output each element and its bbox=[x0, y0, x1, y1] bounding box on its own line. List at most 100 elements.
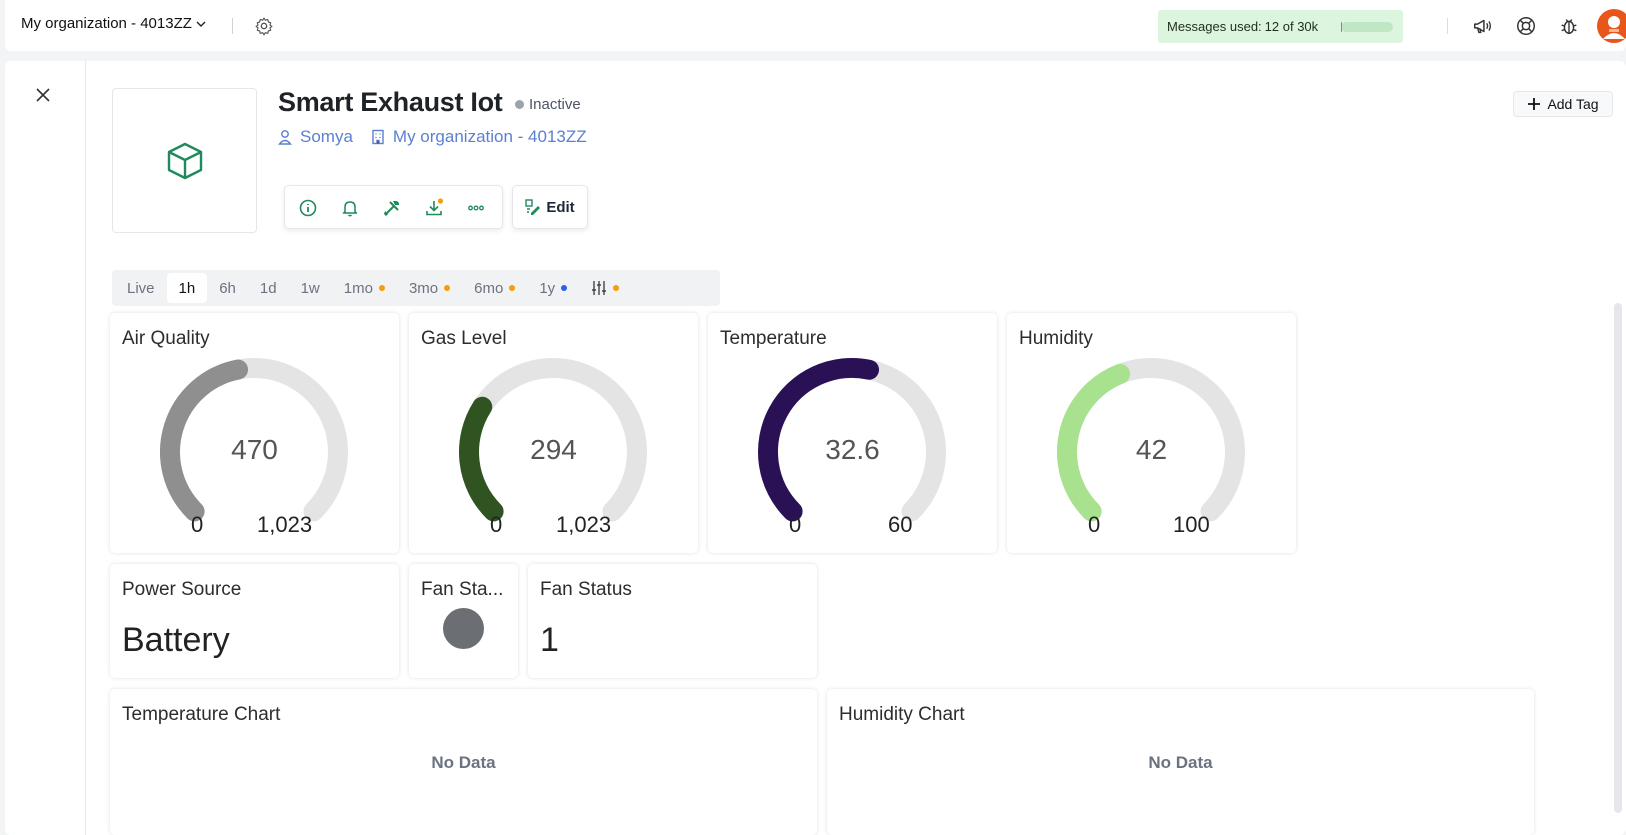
gauge-card-temperature: Temperature 32.6 0 60 bbox=[708, 313, 997, 553]
device-title: Smart Exhaust Iot bbox=[278, 87, 503, 117]
chart-title: Temperature Chart bbox=[122, 704, 281, 725]
fan-status-value: 1 bbox=[540, 621, 559, 659]
messages-usage-badge: Messages used: 12 of 30k bbox=[1158, 10, 1403, 43]
no-data-message: No Data bbox=[431, 753, 496, 772]
fan-state-card: Fan Sta... bbox=[409, 564, 518, 678]
organization-link[interactable]: My organization - 4013ZZ bbox=[371, 127, 587, 147]
gauge-value: 32.6 bbox=[825, 434, 880, 465]
side-rail bbox=[5, 61, 86, 835]
user-icon bbox=[278, 130, 292, 145]
gauge-air-quality bbox=[160, 358, 348, 522]
more-icon[interactable] bbox=[466, 198, 486, 218]
humidity-chart-card: Humidity Chart No Data bbox=[827, 689, 1534, 835]
range-1y[interactable]: 1y bbox=[527, 273, 579, 303]
range-label: 1y bbox=[539, 279, 556, 297]
range-label: 1h bbox=[178, 279, 196, 297]
widget-title: Fan Sta... bbox=[421, 579, 504, 600]
settings-gear-icon[interactable] bbox=[254, 16, 274, 36]
device-meta: Somya My organization - 4013ZZ bbox=[278, 127, 605, 147]
widget-title: Power Source bbox=[122, 579, 242, 600]
premium-dot bbox=[561, 285, 568, 291]
range-1d[interactable]: 1d bbox=[248, 273, 289, 303]
messages-usage-bar bbox=[1341, 22, 1393, 32]
gauge-min: 0 bbox=[490, 512, 503, 537]
range-1mo[interactable]: 1mo bbox=[332, 273, 397, 303]
gauge-gas-level bbox=[459, 358, 647, 522]
edit-button[interactable]: Edit bbox=[512, 185, 588, 229]
gauge-min: 0 bbox=[1088, 512, 1101, 537]
vertical-scrollbar[interactable] bbox=[1614, 303, 1622, 813]
chart-title: Humidity Chart bbox=[839, 704, 965, 725]
cube-icon bbox=[167, 142, 202, 179]
chevron-down-icon bbox=[196, 21, 206, 27]
power-source-card: Power Source Battery bbox=[110, 564, 399, 678]
tools-icon[interactable] bbox=[382, 198, 402, 218]
gauge-card-air-quality: Air Quality 470 0 1,023 bbox=[110, 313, 399, 553]
divider bbox=[232, 18, 233, 34]
plus-icon bbox=[1528, 98, 1541, 110]
power-source-value: Battery bbox=[122, 621, 230, 659]
no-data-message: No Data bbox=[1148, 753, 1213, 772]
add-tag-button[interactable]: Add Tag bbox=[1513, 91, 1613, 117]
status-label: Inactive bbox=[529, 96, 581, 113]
range-live[interactable]: Live bbox=[115, 273, 167, 303]
gauge-value: 470 bbox=[231, 434, 278, 465]
gauge-humidity bbox=[1057, 358, 1245, 522]
edit-label: Edit bbox=[546, 198, 575, 216]
range-1w[interactable]: 1w bbox=[289, 273, 332, 303]
range-label: 1w bbox=[300, 279, 320, 297]
organization-selector[interactable]: My organization - 4013ZZ bbox=[21, 15, 206, 32]
close-icon[interactable] bbox=[33, 85, 53, 105]
widget-title: Fan Status bbox=[540, 579, 632, 600]
premium-dot bbox=[613, 285, 620, 291]
bug-icon[interactable] bbox=[1558, 15, 1580, 37]
range-label: 3mo bbox=[408, 279, 439, 297]
gauge-max: 100 bbox=[1173, 512, 1210, 537]
range-3mo[interactable]: 3mo bbox=[397, 273, 462, 303]
info-icon[interactable] bbox=[298, 198, 318, 218]
lifebuoy-icon[interactable] bbox=[1515, 15, 1537, 37]
gauge-min: 0 bbox=[191, 512, 204, 537]
owner-name: Somya bbox=[300, 127, 353, 146]
user-avatar-icon bbox=[1603, 16, 1625, 39]
device-detail-panel: Smart Exhaust Iot Inactive Somya My orga… bbox=[5, 61, 1626, 835]
fan-status-card: Fan Status 1 bbox=[528, 564, 817, 678]
gauge-value: 294 bbox=[530, 434, 577, 465]
range-6h[interactable]: 6h bbox=[207, 273, 248, 303]
top-bar: My organization - 4013ZZ Messages used: … bbox=[5, 0, 1626, 51]
gauge-card-gas-level: Gas Level 294 0 1,023 bbox=[409, 313, 698, 553]
gauge-temperature bbox=[758, 358, 946, 522]
add-tag-label: Add Tag bbox=[1547, 96, 1599, 112]
organization-label: My organization - 4013ZZ bbox=[21, 15, 192, 32]
status-dot bbox=[515, 100, 524, 109]
divider bbox=[1447, 18, 1448, 34]
edit-icon bbox=[525, 199, 541, 215]
gauge-card-humidity: Humidity 42 0 100 bbox=[1007, 313, 1296, 553]
premium-dot bbox=[444, 285, 451, 291]
range-label: 6mo bbox=[474, 279, 504, 297]
organization-name: My organization - 4013ZZ bbox=[392, 127, 587, 146]
messages-usage-fill bbox=[1341, 22, 1342, 32]
sliders-icon bbox=[592, 281, 607, 295]
messages-used-label: Messages used: bbox=[1167, 19, 1262, 34]
premium-dot bbox=[509, 285, 516, 291]
download-icon[interactable] bbox=[424, 198, 444, 218]
megaphone-icon[interactable] bbox=[1472, 15, 1494, 37]
range-custom[interactable] bbox=[579, 273, 631, 303]
messages-used-value: 12 of 30k bbox=[1264, 19, 1319, 34]
time-range-selector: Live 1h 6h 1d 1w 1mo 3mo 6mo 1y bbox=[112, 270, 720, 306]
user-avatar[interactable] bbox=[1597, 9, 1626, 43]
range-label: 6h bbox=[219, 279, 236, 297]
device-status-badge: Inactive bbox=[515, 96, 581, 113]
range-1h[interactable]: 1h bbox=[166, 273, 208, 303]
range-6mo[interactable]: 6mo bbox=[462, 273, 527, 303]
gauge-max: 1,023 bbox=[556, 512, 612, 537]
gauge-value: 42 bbox=[1135, 434, 1168, 465]
bell-icon[interactable] bbox=[340, 198, 360, 218]
owner-link[interactable]: Somya bbox=[278, 127, 353, 147]
temperature-chart-card: Temperature Chart No Data bbox=[110, 689, 817, 835]
gauge-max: 1,023 bbox=[257, 512, 313, 537]
gauge-max: 60 bbox=[888, 512, 913, 537]
fan-state-indicator bbox=[443, 608, 484, 649]
device-thumbnail bbox=[112, 88, 257, 233]
